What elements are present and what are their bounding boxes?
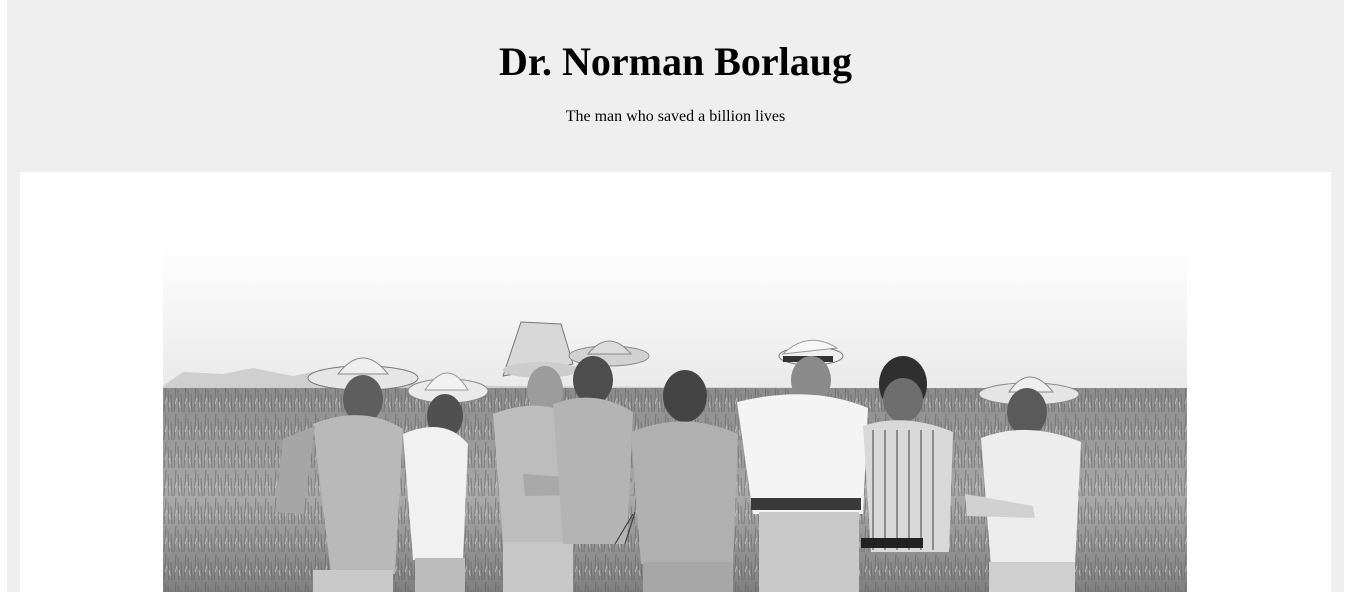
page-subtitle: The man who saved a billion lives [565,108,786,125]
page-title: Dr. Norman Borlaug [499,39,852,84]
borlaug-field-photo [163,244,1187,592]
tribute-page: Dr. Norman Borlaug The man who saved a b… [7,0,1344,592]
image-container [20,172,1331,592]
